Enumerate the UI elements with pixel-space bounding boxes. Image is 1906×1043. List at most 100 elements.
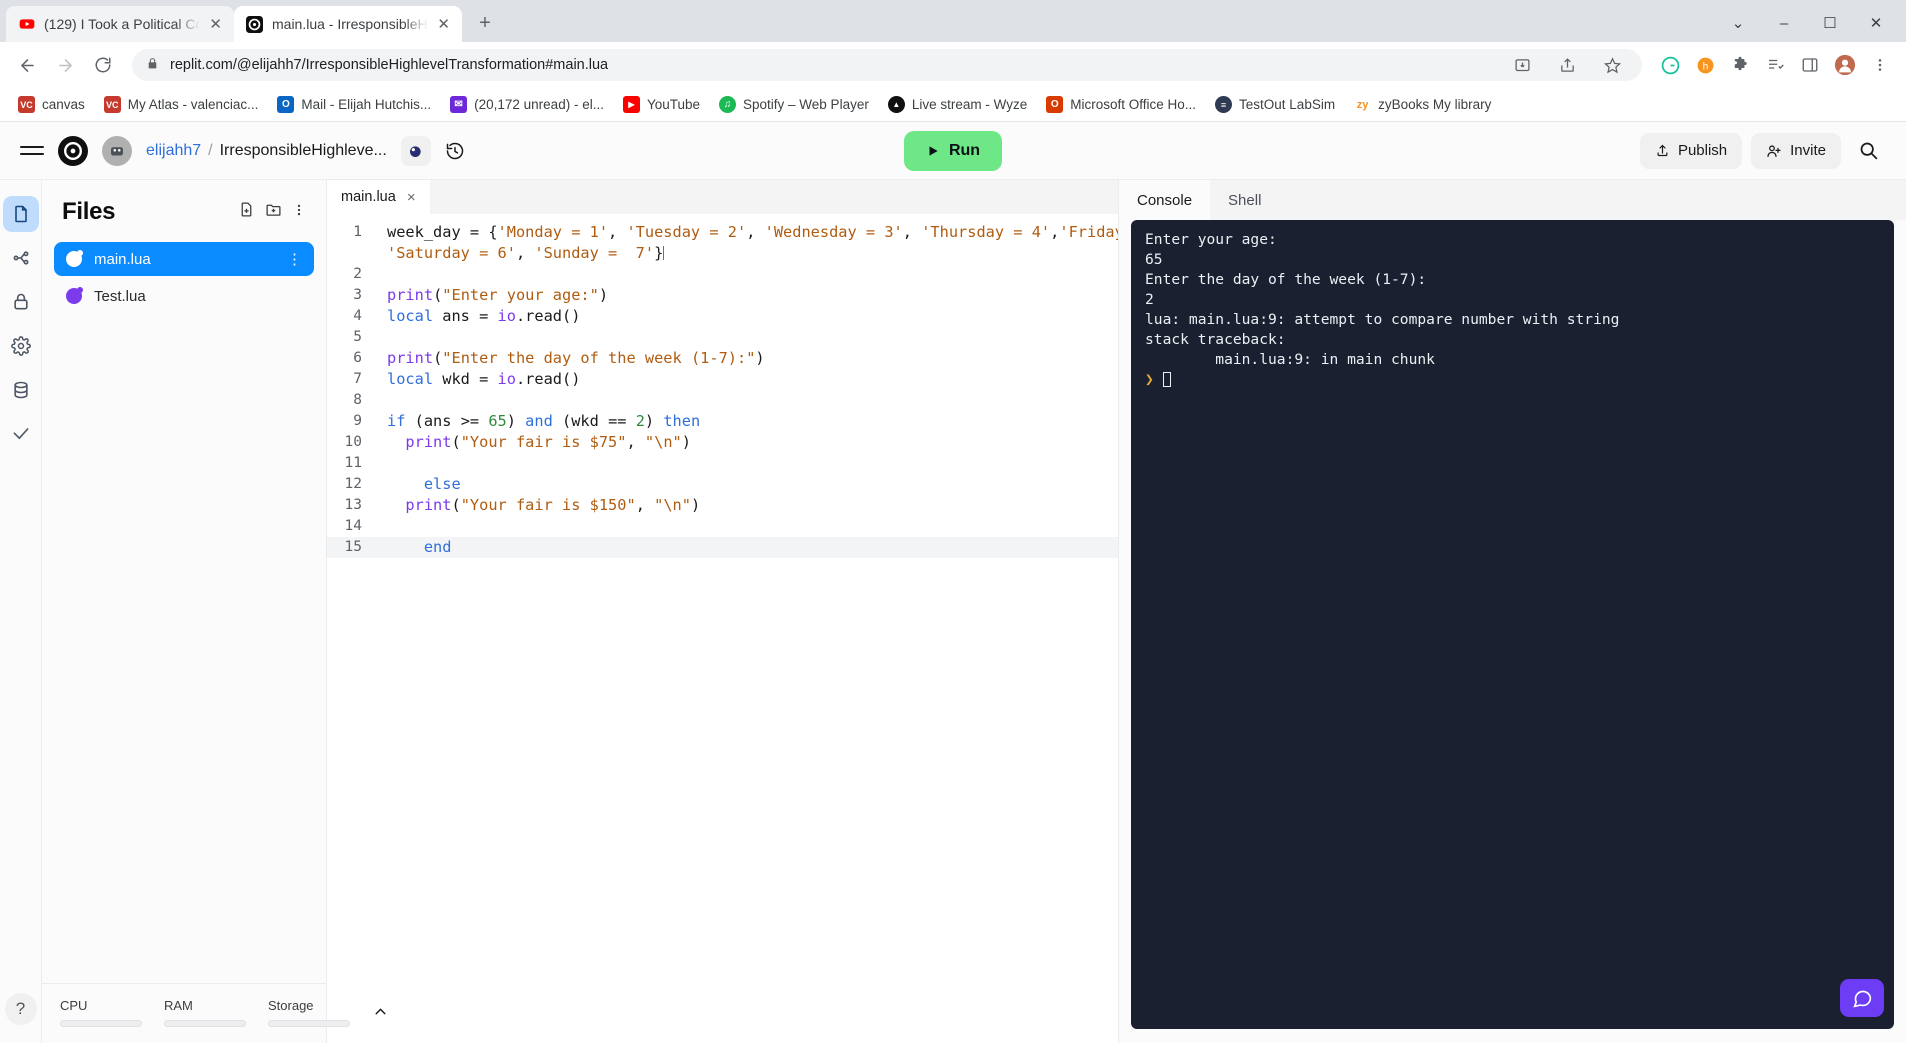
close-icon[interactable]: × (407, 189, 416, 206)
publish-button[interactable]: Publish (1639, 132, 1743, 169)
invite-button[interactable]: Invite (1751, 132, 1841, 169)
more-options-icon[interactable] (292, 203, 306, 222)
bookmark-mail[interactable]: O Mail - Elijah Hutchis... (269, 92, 439, 117)
code-line[interactable]: 14 (327, 516, 1118, 537)
search-icon[interactable] (1850, 133, 1886, 169)
code-line[interactable]: 'Saturday = 6', 'Sunday = 7'} (327, 243, 1118, 264)
atlas-icon: VC (103, 96, 121, 113)
extensions-icon[interactable] (1724, 49, 1756, 81)
code-editor[interactable]: 1 week_day = {'Monday = 1', 'Tuesday = 2'… (327, 214, 1118, 1043)
close-icon[interactable]: ✕ (209, 17, 222, 32)
run-button[interactable]: Run (904, 130, 1002, 171)
code-line[interactable]: 7 local wkd = io.read() (327, 369, 1118, 390)
prompt-chevron-icon: ❯ (1145, 371, 1154, 388)
bookmark-canvas[interactable]: VC canvas (10, 92, 93, 117)
code-line[interactable]: 10 print("Your fair is $75", "\n") (327, 432, 1118, 453)
chat-icon[interactable] (1840, 979, 1884, 1017)
code-line[interactable]: 12 else (327, 474, 1118, 495)
install-icon[interactable] (1506, 49, 1538, 81)
tab-console[interactable]: Console (1119, 180, 1211, 220)
file-options-icon[interactable]: ⋮ (287, 252, 302, 267)
files-title: Files (62, 198, 116, 225)
bookmark-youtube[interactable]: ▶ YouTube (615, 92, 708, 117)
bookmark-spotify[interactable]: ♫ Spotify – Web Player (711, 92, 877, 117)
editor-tab-main-lua[interactable]: main.lua × (327, 180, 430, 214)
editor-tab-label: main.lua (341, 189, 396, 205)
code-line[interactable]: 13 print("Your fair is $150", "\n") (327, 495, 1118, 516)
code-line[interactable]: 4 local ans = io.read() (327, 306, 1118, 327)
rail-bottom: ? (4, 993, 37, 1043)
line-number: 2 (353, 266, 362, 282)
profile-avatar[interactable] (1829, 49, 1861, 81)
star-icon[interactable] (1596, 49, 1628, 81)
rail-item-database[interactable] (3, 372, 39, 408)
file-item-main[interactable]: main.lua ⋮ (54, 242, 314, 276)
new-file-icon[interactable] (238, 201, 255, 223)
address-bar[interactable]: replit.com/@elijahh7/IrresponsibleHighle… (132, 49, 1642, 81)
help-icon[interactable]: ? (4, 993, 37, 1025)
rail-item-version-control[interactable] (3, 240, 39, 276)
rail-item-secrets[interactable] (3, 284, 39, 320)
minimize-button[interactable]: – (1762, 8, 1806, 38)
sidepanel-icon[interactable] (1794, 49, 1826, 81)
breadcrumb-project[interactable]: IrresponsibleHighleve... (220, 142, 387, 160)
forward-button[interactable] (48, 48, 82, 82)
bookmark-testout[interactable]: ≡ TestOut LabSim (1207, 92, 1343, 117)
more-menu-icon[interactable] (1864, 49, 1896, 81)
share-icon[interactable] (1551, 49, 1583, 81)
chevron-up-icon[interactable] (372, 1003, 389, 1027)
reading-list-icon[interactable] (1759, 49, 1791, 81)
grammarly-icon[interactable] (1654, 49, 1686, 81)
honey-icon[interactable]: h (1689, 49, 1721, 81)
reload-button[interactable] (86, 48, 120, 82)
mail-icon: ✉ (450, 96, 468, 113)
code-line[interactable]: 11 (327, 453, 1118, 474)
rail-item-settings[interactable] (3, 328, 39, 364)
hamburger-icon[interactable] (20, 145, 44, 156)
chevron-down-icon[interactable]: ⌄ (1716, 8, 1760, 38)
code-line[interactable]: 1 week_day = {'Monday = 1', 'Tuesday = 2'… (327, 222, 1118, 243)
maximize-button[interactable]: ☐ (1808, 8, 1852, 38)
file-item-test[interactable]: Test.lua (54, 279, 314, 313)
code-line[interactable]: 2 (327, 264, 1118, 285)
code-line[interactable]: 15 end (327, 537, 1118, 558)
omnibox-actions (1506, 49, 1628, 81)
new-tab-button[interactable]: + (470, 8, 500, 38)
replit-logo-icon[interactable] (58, 135, 88, 166)
browser-tab-2[interactable]: main.lua - IrresponsibleHighlevel ✕ (234, 6, 462, 42)
text-cursor (663, 246, 665, 260)
bookmark-unread[interactable]: ✉ (20,172 unread) - el... (442, 92, 612, 117)
code-line[interactable]: 3 print("Enter your age:") (327, 285, 1118, 306)
avatar[interactable] (102, 135, 132, 166)
code-line[interactable]: 9 if (ans >= 65) and (wkd == 2) then (327, 411, 1118, 432)
bookmark-office[interactable]: O Microsoft Office Ho... (1038, 92, 1204, 117)
play-icon (929, 145, 938, 156)
lua-icon[interactable] (400, 135, 431, 166)
code-line[interactable]: 5 (327, 327, 1118, 348)
editor-pane: main.lua × 1 week_day = {'Monday = 1', 'T… (327, 180, 1119, 1043)
tab-shell[interactable]: Shell (1210, 180, 1279, 220)
new-folder-icon[interactable] (265, 201, 282, 223)
browser-tab-1[interactable]: (129) I Took a Political Compass T ✕ (6, 6, 234, 42)
window-close-button[interactable]: ✕ (1854, 8, 1898, 38)
bookmarks-bar: VC canvas VC My Atlas - valenciac... O M… (0, 88, 1906, 122)
bookmark-zybooks[interactable]: zy zyBooks My library (1346, 92, 1499, 117)
breadcrumb-owner[interactable]: elijahh7 (146, 142, 201, 160)
history-icon[interactable] (445, 141, 465, 161)
close-icon[interactable]: ✕ (437, 17, 450, 32)
console-output[interactable]: Enter your age: 65 Enter the day of the we… (1131, 220, 1894, 1029)
bookmark-my-atlas[interactable]: VC My Atlas - valenciac... (96, 92, 267, 117)
code-line[interactable]: 8 (327, 390, 1118, 411)
resource-storage: Storage (268, 998, 350, 1027)
line-number: 7 (353, 371, 362, 387)
console-prompt[interactable]: ❯ (1145, 370, 1880, 390)
rail-item-files[interactable] (2, 196, 39, 232)
line-number: 12 (344, 476, 362, 492)
back-button[interactable] (10, 48, 44, 82)
line-number: 3 (353, 287, 362, 303)
rail-item-checks[interactable] (3, 416, 39, 452)
bookmark-wyze[interactable]: ▲ Live stream - Wyze (880, 92, 1035, 117)
code-line[interactable]: 6 print("Enter the day of the week (1-7):… (327, 348, 1118, 369)
bookmark-label: (20,172 unread) - el... (474, 97, 604, 112)
file-name: Test.lua (94, 287, 146, 305)
